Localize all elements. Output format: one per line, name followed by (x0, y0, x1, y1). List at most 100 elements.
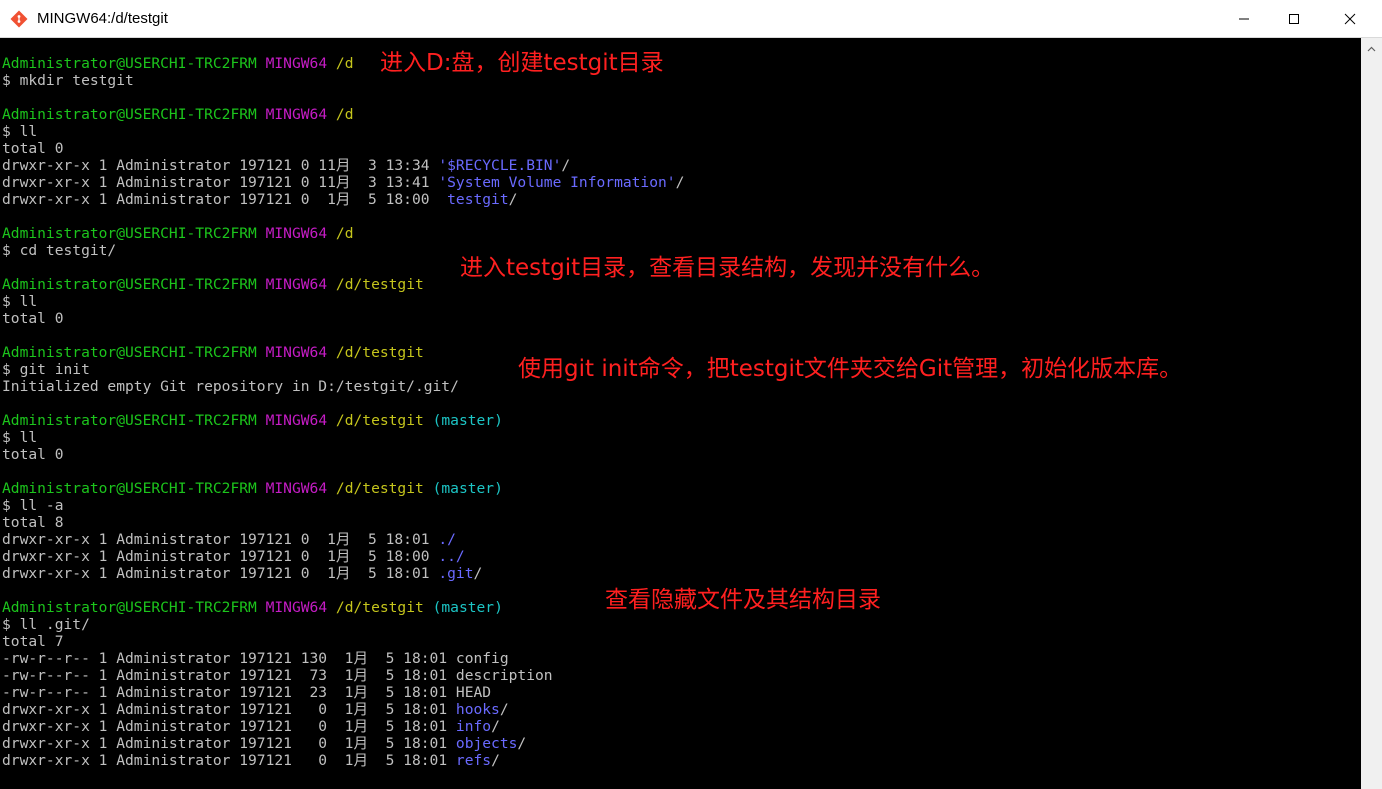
terminal-text: drwxr-xr-x 1 Administrator 197121 0 11月 … (2, 174, 439, 191)
terminal-text: drwxr-xr-x 1 Administrator 197121 0 1月 5… (2, 701, 456, 718)
terminal-text: (master) (432, 480, 503, 497)
terminal-line: $ git init (2, 361, 90, 378)
terminal-line: drwxr-xr-x 1 Administrator 197121 0 1月 5… (2, 531, 456, 548)
terminal-line: drwxr-xr-x 1 Administrator 197121 0 1月 5… (2, 565, 482, 582)
terminal-line: drwxr-xr-x 1 Administrator 197121 0 1月 5… (2, 548, 465, 565)
terminal-line: drwxr-xr-x 1 Administrator 197121 0 1月 5… (2, 735, 526, 752)
terminal-line: total 0 (2, 140, 64, 157)
terminal-text: /d (335, 225, 354, 242)
terminal-line: Administrator@USERCHI-TRC2FRM MINGW64 /d… (2, 480, 503, 497)
terminal-text: $ cd testgit/ (2, 242, 117, 259)
terminal-text: /d (335, 106, 354, 123)
terminal-text: / (491, 718, 500, 735)
terminal-text: / (491, 752, 500, 769)
terminal-line: Administrator@USERCHI-TRC2FRM MINGW64 /d (2, 106, 354, 123)
terminal-line: Initialized empty Git repository in D:/t… (2, 378, 459, 395)
annotation-enter-dir: 进入testgit目录，查看目录结构，发现并没有什么。 (460, 255, 995, 281)
terminal-output[interactable]: Administrator@USERCHI-TRC2FRM MINGW64 /d… (0, 38, 1361, 789)
terminal-text: Administrator@USERCHI-TRC2FRM (2, 276, 257, 293)
terminal-line: -rw-r--r-- 1 Administrator 197121 130 1月… (2, 650, 509, 667)
terminal-line: Administrator@USERCHI-TRC2FRM MINGW64 /d (2, 225, 354, 242)
terminal-text: /d/testgit (335, 276, 424, 293)
terminal-text: /d/testgit (335, 412, 424, 429)
terminal-line: -rw-r--r-- 1 Administrator 197121 73 1月 … (2, 667, 553, 684)
terminal-text: MINGW64 (265, 412, 328, 429)
terminal-text: / (675, 174, 685, 191)
terminal-line: $ mkdir testgit (2, 72, 134, 89)
scroll-up-button[interactable] (1361, 38, 1382, 55)
terminal-text: /d (335, 55, 354, 72)
terminal-text: MINGW64 (265, 599, 328, 616)
terminal-text: hooks (455, 701, 500, 718)
terminal-text: drwxr-xr-x 1 Administrator 197121 0 1月 5… (2, 531, 439, 548)
terminal-line: drwxr-xr-x 1 Administrator 197121 0 1月 5… (2, 191, 517, 208)
terminal-text: '$RECYCLE.BIN' (438, 157, 562, 174)
terminal-text: info (455, 718, 492, 735)
terminal-text: $ ll .git/ (2, 616, 90, 633)
terminal-text: ./ (438, 531, 456, 548)
chevron-up-icon (1367, 37, 1376, 56)
terminal-text: total 0 (2, 140, 64, 157)
git-bash-icon (10, 10, 28, 28)
terminal-text: -rw-r--r-- 1 Administrator 197121 73 1月 … (2, 667, 553, 684)
terminal-text: drwxr-xr-x 1 Administrator 197121 0 11月 … (2, 157, 439, 174)
annotation-create-dir: 进入D:盘，创建testgit目录 (380, 50, 664, 76)
terminal-text: $ ll (2, 123, 38, 140)
terminal-line: -rw-r--r-- 1 Administrator 197121 23 1月 … (2, 684, 491, 701)
annotation-git-init: 使用git init命令，把testgit文件夹交给Git管理，初始化版本库。 (518, 356, 1183, 382)
terminal-text: $ ll (2, 429, 38, 446)
terminal-text: -rw-r--r-- 1 Administrator 197121 130 1月… (2, 650, 509, 667)
terminal-line: total 0 (2, 446, 64, 463)
terminal-text: Administrator@USERCHI-TRC2FRM (2, 55, 257, 72)
terminal-text: total 0 (2, 310, 64, 327)
annotation-hidden-files: 查看隐藏文件及其结构目录 (605, 587, 881, 613)
terminal-line: Administrator@USERCHI-TRC2FRM MINGW64 /d… (2, 599, 503, 616)
terminal-text: Administrator@USERCHI-TRC2FRM (2, 412, 257, 429)
terminal-line: total 7 (2, 633, 64, 650)
terminal-line: total 0 (2, 310, 64, 327)
terminal-text: Administrator@USERCHI-TRC2FRM (2, 599, 257, 616)
terminal-text: / (508, 191, 518, 208)
terminal-text: MINGW64 (265, 276, 328, 293)
terminal-text: Initialized empty Git repository in D:/t… (2, 378, 459, 395)
terminal-line: $ ll (2, 429, 37, 446)
terminal-line: total 8 (2, 514, 64, 531)
terminal-text: MINGW64 (265, 480, 328, 497)
vertical-scrollbar[interactable] (1361, 38, 1382, 789)
terminal-text: total 8 (2, 514, 64, 531)
terminal-text: / (561, 157, 571, 174)
terminal-text: /d/testgit (335, 344, 424, 361)
terminal-text: /d/testgit (335, 599, 424, 616)
terminal-line: Administrator@USERCHI-TRC2FRM MINGW64 /d (2, 55, 354, 72)
terminal-text: total 7 (2, 633, 64, 650)
close-icon (1344, 13, 1356, 25)
terminal-line: $ ll (2, 293, 37, 310)
minimize-button[interactable] (1220, 0, 1268, 38)
terminal-line: drwxr-xr-x 1 Administrator 197121 0 1月 5… (2, 752, 500, 769)
terminal-text: refs (455, 752, 492, 769)
terminal-line: Administrator@USERCHI-TRC2FRM MINGW64 /d… (2, 276, 424, 293)
terminal-line: $ ll .git/ (2, 616, 90, 633)
maximize-button[interactable] (1270, 0, 1318, 38)
terminal-text: Administrator@USERCHI-TRC2FRM (2, 106, 257, 123)
close-button[interactable] (1326, 0, 1374, 38)
terminal-text: objects (455, 735, 518, 752)
terminal-line: drwxr-xr-x 1 Administrator 197121 0 1月 5… (2, 718, 500, 735)
terminal-text: drwxr-xr-x 1 Administrator 197121 0 1月 5… (2, 565, 439, 582)
terminal-text: MINGW64 (265, 55, 328, 72)
terminal-text: drwxr-xr-x 1 Administrator 197121 0 1月 5… (2, 752, 456, 769)
window-title: MINGW64:/d/testgit (37, 10, 168, 27)
terminal-line: drwxr-xr-x 1 Administrator 197121 0 1月 5… (2, 701, 509, 718)
terminal-text: Administrator@USERCHI-TRC2FRM (2, 344, 257, 361)
terminal-text: 'System Volume Information' (438, 174, 676, 191)
terminal-text: $ git init (2, 361, 90, 378)
